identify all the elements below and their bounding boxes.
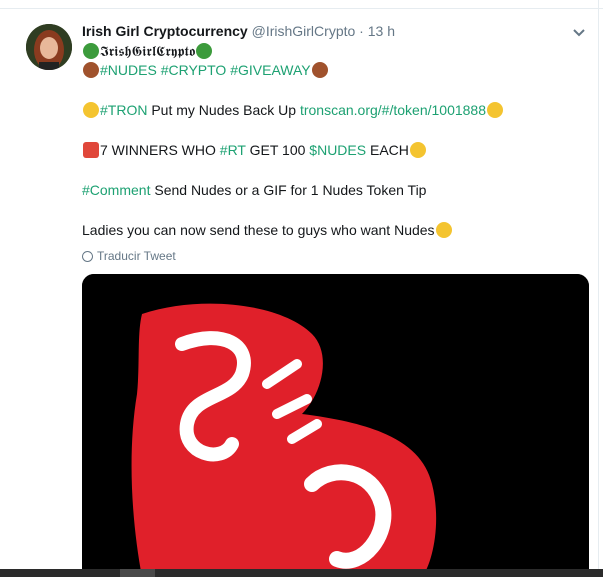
monkey-emoji-icon: [83, 62, 99, 78]
hashtag-giveaway[interactable]: #GIVEAWAY: [230, 62, 310, 78]
tweet-header: Irish Girl Cryptocurrency @IrishGirlCryp…: [82, 23, 395, 39]
taskbar-item[interactable]: [120, 569, 155, 577]
hashtag-comment[interactable]: #Comment: [82, 182, 150, 198]
clover-icon: [83, 43, 99, 59]
hashtag-rt[interactable]: #RT: [220, 142, 246, 158]
line4-text: Send Nudes or a GIF for 1 Nudes Token Ti…: [150, 182, 427, 198]
timestamp[interactable]: 13 h: [368, 23, 395, 39]
display-name[interactable]: Irish Girl Cryptocurrency: [82, 23, 248, 39]
rofl-emoji-icon: [435, 222, 452, 238]
separator: ·: [359, 23, 364, 39]
heart-eyes-emoji-icon: [487, 102, 503, 118]
hashtag-nudes[interactable]: #NUDES: [100, 62, 157, 78]
tronscan-link[interactable]: tronscan.org/#/token/1001888: [300, 102, 486, 118]
timeline-border: [598, 0, 599, 577]
hashtag-crypto[interactable]: #CRYPTO: [161, 62, 227, 78]
clover-icon: [196, 43, 213, 59]
line3-mid: GET 100: [245, 142, 310, 158]
line2-text: Put my Nudes Back Up: [147, 102, 300, 118]
taskbar: [0, 569, 603, 577]
line5-text: Ladies you can now send these to guys wh…: [82, 222, 435, 238]
chevron-down-icon[interactable]: [571, 24, 587, 40]
cashtag-nudes[interactable]: $NUDES: [309, 142, 366, 158]
line3-post: EACH: [366, 142, 409, 158]
translate-tweet-link[interactable]: Traducir Tweet: [82, 249, 176, 263]
avatar[interactable]: [26, 24, 72, 70]
gift-emoji-icon: [83, 142, 99, 158]
laughing-emoji-icon: [83, 102, 99, 118]
line3-pre: 7 WINNERS WHO: [100, 142, 220, 158]
user-handle[interactable]: @IrishGirlCrypto: [252, 23, 356, 39]
translate-label: Traducir Tweet: [97, 249, 176, 263]
smile-emoji-icon: [409, 142, 426, 158]
hashtag-tron[interactable]: #TRON: [100, 102, 147, 118]
top-strip: [0, 0, 603, 9]
monkey-emoji-icon: [311, 62, 328, 78]
globe-icon: [82, 251, 93, 262]
tweet-image[interactable]: [82, 274, 589, 577]
bio-name: 𝕴𝖗𝖎𝖘𝖍𝕲𝖎𝖗𝖑𝕮𝖗𝖞𝖕𝖙𝖔: [100, 44, 196, 60]
